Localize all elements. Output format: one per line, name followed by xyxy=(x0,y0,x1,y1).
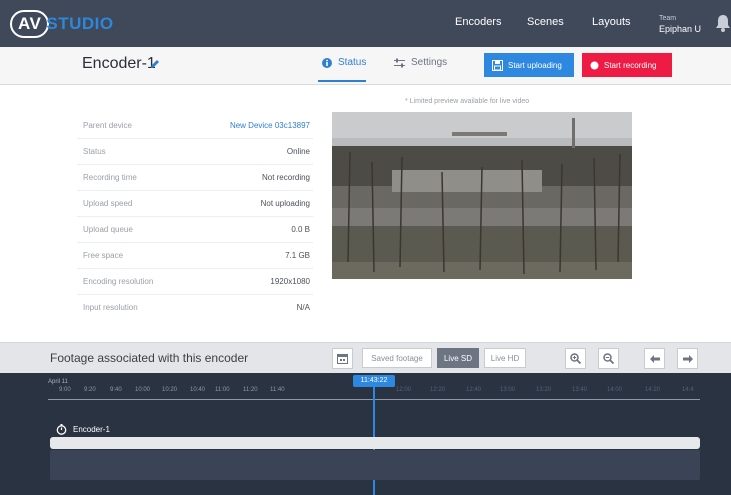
zoom-in-icon xyxy=(570,353,581,364)
bell-icon[interactable] xyxy=(715,14,731,32)
timeline-tick: 9:00 xyxy=(59,387,71,393)
timeline-tick: 10:40 xyxy=(190,387,206,393)
zoom-in-button[interactable] xyxy=(565,348,586,369)
avstudio-logo[interactable]: AV STUDIO xyxy=(10,9,114,39)
footage-track-bar[interactable] xyxy=(50,437,700,449)
start-uploading-label: Start uploading xyxy=(508,60,562,70)
saved-footage-button[interactable]: Saved footage xyxy=(362,348,432,368)
top-navigation-bar: AV STUDIO Encoders Scenes Layouts Team E… xyxy=(0,0,731,47)
start-recording-label: Start recording xyxy=(604,60,657,70)
info-row-status: Status Online xyxy=(77,138,313,165)
arrow-left-icon xyxy=(649,354,660,363)
logo-studio: STUDIO xyxy=(46,14,114,33)
info-value: N/A xyxy=(296,303,310,312)
track-name: Encoder-1 xyxy=(73,425,110,434)
timeline-tick: 11:20 xyxy=(243,387,258,393)
nav-layouts[interactable]: Layouts xyxy=(592,16,631,28)
info-icon xyxy=(322,57,332,68)
active-tab-indicator xyxy=(318,80,366,82)
timeline-back-button[interactable] xyxy=(644,348,665,369)
info-value: Not uploading xyxy=(260,199,310,208)
info-key: Encoding resolution xyxy=(83,277,154,286)
timeline-forward-button[interactable] xyxy=(677,348,698,369)
zoom-out-icon xyxy=(603,353,614,364)
encoder-header: Encoder-1 Status Settings Start uploadin… xyxy=(0,47,731,85)
info-value: 7.1 GB xyxy=(285,251,310,260)
tab-settings[interactable]: Settings xyxy=(394,57,447,68)
timeline-tick: 9:40 xyxy=(110,387,122,393)
sliders-icon xyxy=(394,58,405,67)
info-key: Free space xyxy=(83,251,124,260)
logo-av: AV xyxy=(10,10,50,38)
info-key: Status xyxy=(83,147,106,156)
info-value: 0.0 B xyxy=(291,225,310,234)
info-key: Input resolution xyxy=(83,303,138,312)
timeline-tick: 14:20 xyxy=(645,387,661,393)
footage-track-lane[interactable] xyxy=(50,450,700,480)
footage-title: Footage associated with this encoder xyxy=(50,351,249,365)
info-value: Not recording xyxy=(261,173,310,182)
team-label: Team xyxy=(659,15,677,22)
info-key: Recording time xyxy=(83,173,137,182)
nav-encoders[interactable]: Encoders xyxy=(455,16,501,28)
info-key: Upload speed xyxy=(83,199,133,208)
timeline-tick: 9:20 xyxy=(84,387,96,393)
timeline-tick: 13:40 xyxy=(572,387,588,393)
calendar-button[interactable] xyxy=(332,348,353,369)
live-sd-button[interactable]: Live SD xyxy=(437,348,479,368)
footage-toolbar: Footage associated with this encoder Sav… xyxy=(0,342,731,374)
stopwatch-icon xyxy=(56,424,67,435)
pencil-icon[interactable] xyxy=(150,59,160,69)
arrow-right-icon xyxy=(682,354,693,363)
timeline-tick: 13:00 xyxy=(500,387,516,393)
team-selector[interactable]: Team Epiphan U xyxy=(659,14,701,34)
info-row-free-space: Free space 7.1 GB xyxy=(77,242,313,269)
parent-device-link[interactable]: New Device 03c13897 xyxy=(230,121,310,130)
timeline-tick: 10:00 xyxy=(135,387,151,393)
timeline-date: April 11 xyxy=(48,379,68,385)
timeline-tick: 11:40 xyxy=(270,387,285,393)
info-key: Parent device xyxy=(83,121,132,130)
nav-scenes[interactable]: Scenes xyxy=(527,16,564,28)
timeline-tick: 10:20 xyxy=(162,387,178,393)
timeline-tick: 11:00 xyxy=(215,387,230,393)
footage-timeline[interactable]: April 11 9:00 9:20 9:40 10:00 10:20 10:4… xyxy=(0,373,731,495)
zoom-out-button[interactable] xyxy=(598,348,619,369)
info-key: Upload queue xyxy=(83,225,133,234)
timeline-tick: 12:20 xyxy=(430,387,446,393)
info-value: 1920x1080 xyxy=(270,277,310,286)
tab-settings-label: Settings xyxy=(411,57,448,68)
timeline-tick: 13:20 xyxy=(536,387,552,393)
tab-status-label: Status xyxy=(338,57,367,68)
info-value: Online xyxy=(286,147,310,156)
info-row-parent-device: Parent device New Device 03c13897 xyxy=(77,112,313,139)
live-video-preview xyxy=(332,112,632,279)
live-hd-button[interactable]: Live HD xyxy=(484,348,526,368)
timeline-tick: 14:4 xyxy=(682,387,694,393)
preview-note: * Limited preview available for live vid… xyxy=(405,98,530,105)
encoder-title: Encoder-1 xyxy=(82,55,156,72)
timeline-tick: 14:00 xyxy=(607,387,623,393)
track-label: Encoder-1 xyxy=(56,424,110,435)
info-row-recording-time: Recording time Not recording xyxy=(77,164,313,191)
tab-status[interactable]: Status xyxy=(322,57,366,68)
info-row-upload-queue: Upload queue 0.0 B xyxy=(77,216,313,243)
record-icon xyxy=(590,61,599,69)
timeline-tick: 12:00 xyxy=(396,387,412,393)
playhead-time[interactable]: 11:43:22 xyxy=(353,375,395,387)
team-name: Epiphan U xyxy=(659,24,702,34)
calendar-icon xyxy=(337,354,348,364)
upload-icon xyxy=(492,59,503,71)
start-uploading-button[interactable]: Start uploading xyxy=(484,53,574,77)
info-row-input-resolution: Input resolution N/A xyxy=(77,294,313,320)
info-row-upload-speed: Upload speed Not uploading xyxy=(77,190,313,217)
start-recording-button[interactable]: Start recording xyxy=(582,53,672,77)
info-row-encoding-resolution: Encoding resolution 1920x1080 xyxy=(77,268,313,295)
timeline-tick: 12:40 xyxy=(466,387,482,393)
